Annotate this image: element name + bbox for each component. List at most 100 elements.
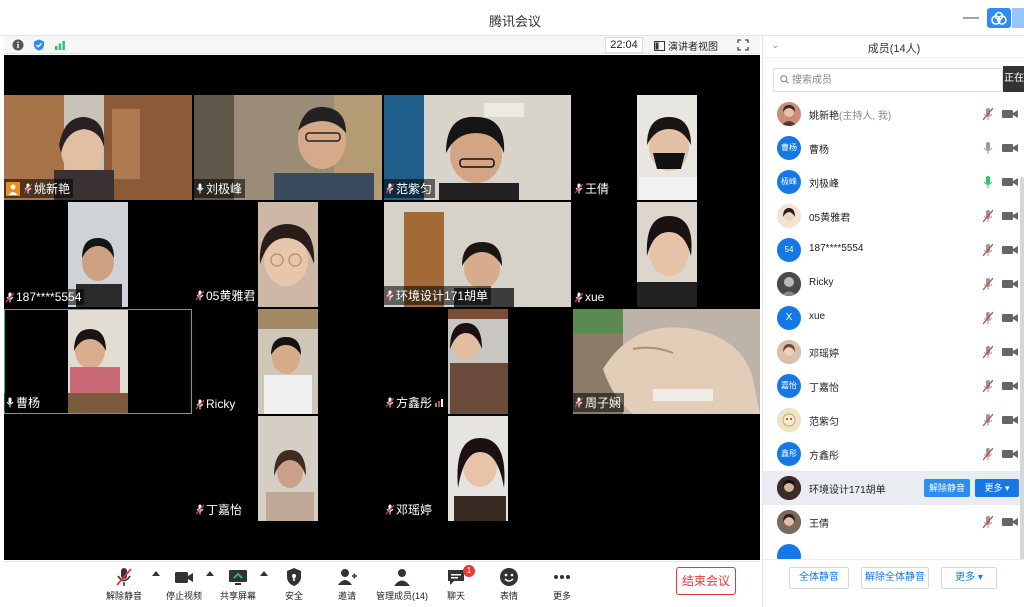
camera-icon[interactable] bbox=[1002, 313, 1018, 323]
participant-name: xue bbox=[585, 290, 605, 304]
members-panel-header: ⌄ 成员(14人) bbox=[763, 36, 1024, 58]
members-scrollbar[interactable] bbox=[1020, 177, 1024, 559]
end-meeting-button[interactable]: 结束会议 bbox=[676, 567, 736, 595]
participant-name: 曹杨 bbox=[16, 396, 41, 410]
video-tile[interactable]: xue bbox=[573, 202, 760, 307]
info-icon[interactable] bbox=[12, 39, 24, 51]
mic-muted-icon[interactable] bbox=[983, 277, 993, 291]
invite-button[interactable]: 邀请 bbox=[327, 566, 367, 604]
fullscreen-icon[interactable] bbox=[737, 39, 749, 51]
member-row[interactable]: 嘉怡 丁嘉怡 bbox=[763, 369, 1024, 403]
mic-active-icon[interactable] bbox=[983, 175, 993, 189]
mic-muted-icon[interactable] bbox=[983, 447, 993, 461]
camera-icon[interactable] bbox=[1002, 109, 1018, 119]
member-name: 范紫匀 bbox=[809, 417, 839, 428]
camera-icon[interactable] bbox=[1002, 449, 1018, 459]
avatar: 嘉怡 bbox=[777, 374, 801, 398]
mic-muted-icon[interactable] bbox=[983, 311, 993, 325]
mic-muted-icon[interactable] bbox=[983, 413, 993, 427]
camera-icon[interactable] bbox=[1002, 211, 1018, 221]
member-row-hovered[interactable]: 环境设计171胡单 解除静音 更多 ▾ bbox=[763, 471, 1024, 505]
member-row[interactable]: 姚新艳(主持人, 我) bbox=[763, 97, 1024, 131]
invite-label: 邀请 bbox=[337, 591, 356, 601]
member-row-partial[interactable] bbox=[763, 539, 1024, 559]
unmute-options-caret[interactable] bbox=[152, 571, 160, 576]
participant-name: 邓瑶婷 bbox=[396, 503, 433, 517]
avatar: X bbox=[777, 306, 801, 330]
mic-muted-icon[interactable] bbox=[983, 345, 993, 359]
camera-icon[interactable] bbox=[1002, 517, 1018, 527]
participant-name: 丁嘉怡 bbox=[206, 503, 243, 517]
participant-name-label: xue bbox=[573, 289, 608, 305]
member-row[interactable]: 曹杨 曹杨 bbox=[763, 131, 1024, 165]
member-name: 王倩 bbox=[809, 519, 829, 530]
tencent-meeting-window: 腾讯会议 — 22:04 演讲者视图 姚新艳 刘极峰 范紫匀 王倩 187***… bbox=[0, 0, 1024, 607]
member-search-input[interactable] bbox=[792, 72, 992, 88]
member-row[interactable]: 极峰 刘极峰 bbox=[763, 165, 1024, 199]
signal-icon[interactable] bbox=[54, 39, 66, 51]
cloud-icon[interactable] bbox=[987, 8, 1011, 28]
member-name: 环境设计171胡单 bbox=[809, 485, 886, 496]
camera-icon[interactable] bbox=[1002, 347, 1018, 357]
unmute-all-button[interactable]: 解除全体静音 bbox=[861, 567, 929, 589]
chat-button[interactable]: 1 聊天 bbox=[436, 565, 476, 604]
stop-video-button[interactable]: 停止视频 bbox=[164, 566, 204, 604]
manage-members-button[interactable]: 管理成员(14) bbox=[374, 566, 430, 604]
video-tile[interactable]: 刘极峰 bbox=[194, 95, 382, 200]
member-row[interactable]: 鑫彤 方鑫彤 bbox=[763, 437, 1024, 471]
mic-muted-icon[interactable] bbox=[983, 209, 993, 223]
shield-icon[interactable] bbox=[33, 39, 45, 51]
member-search-box[interactable] bbox=[773, 68, 1003, 92]
video-options-caret[interactable] bbox=[206, 571, 214, 576]
member-row[interactable]: X xue bbox=[763, 301, 1024, 335]
mic-muted-icon[interactable] bbox=[983, 379, 993, 393]
mic-icon[interactable] bbox=[983, 141, 993, 155]
video-tile[interactable]: Ricky bbox=[194, 309, 382, 414]
video-tile[interactable]: 环境设计171胡单 bbox=[384, 202, 571, 307]
video-tile[interactable]: 邓瑶婷 bbox=[384, 416, 571, 521]
mute-all-button[interactable]: 全体静音 bbox=[789, 567, 849, 589]
video-tile[interactable]: 周子娴 bbox=[573, 309, 760, 414]
video-tile[interactable]: 姚新艳 bbox=[4, 95, 192, 200]
share-screen-button[interactable]: 共享屏幕 bbox=[218, 566, 258, 604]
video-tile[interactable]: 方鑫彤 bbox=[384, 309, 571, 414]
camera-icon[interactable] bbox=[1002, 415, 1018, 425]
video-tile[interactable]: 187****5554 bbox=[4, 202, 192, 307]
member-row[interactable]: 邓瑶婷 bbox=[763, 335, 1024, 369]
window-control[interactable] bbox=[1012, 8, 1024, 28]
video-tile[interactable]: 丁嘉怡 bbox=[194, 416, 382, 521]
avatar bbox=[777, 544, 801, 559]
camera-icon[interactable] bbox=[1002, 177, 1018, 187]
video-tile-active-speaker[interactable]: 曹杨 bbox=[4, 309, 192, 414]
stop-video-label: 停止视频 bbox=[165, 591, 202, 601]
mic-muted-icon[interactable] bbox=[983, 515, 993, 529]
mic-muted-icon[interactable] bbox=[983, 243, 993, 257]
unmute-button[interactable]: 解除静音 bbox=[104, 566, 144, 604]
mic-muted-icon bbox=[6, 292, 14, 302]
panel-more-button[interactable]: 更多 ▾ bbox=[941, 567, 997, 589]
share-options-caret[interactable] bbox=[260, 571, 268, 576]
participant-name: 方鑫彤 bbox=[396, 396, 433, 410]
camera-icon[interactable] bbox=[1002, 143, 1018, 153]
video-tile[interactable]: 范紫匀 bbox=[384, 95, 571, 200]
emoji-button[interactable]: 表情 bbox=[489, 566, 529, 604]
member-more-button[interactable]: 更多 ▾ bbox=[975, 479, 1019, 497]
video-tile[interactable]: 05黄雅君 bbox=[194, 202, 382, 307]
minimize-button[interactable]: — bbox=[963, 8, 979, 28]
member-row[interactable]: 范紫匀 bbox=[763, 403, 1024, 437]
video-tile[interactable]: 王倩 bbox=[573, 95, 760, 200]
camera-icon[interactable] bbox=[1002, 245, 1018, 255]
member-row[interactable]: 05黄雅君 bbox=[763, 199, 1024, 233]
camera-icon[interactable] bbox=[1002, 381, 1018, 391]
mic-muted-icon[interactable] bbox=[983, 107, 993, 121]
member-row[interactable]: 54 187****5554 bbox=[763, 233, 1024, 267]
more-button[interactable]: 更多 bbox=[542, 566, 582, 604]
security-button[interactable]: 安全 bbox=[274, 566, 314, 604]
member-row[interactable]: 王倩 bbox=[763, 505, 1024, 539]
avatar: 极峰 bbox=[777, 170, 801, 194]
member-row[interactable]: Ricky bbox=[763, 267, 1024, 301]
member-unmute-button[interactable]: 解除静音 bbox=[924, 479, 970, 497]
speaker-view-button[interactable]: 演讲者视图 bbox=[654, 38, 718, 53]
mic-muted-icon bbox=[575, 397, 583, 408]
camera-icon[interactable] bbox=[1002, 279, 1018, 289]
